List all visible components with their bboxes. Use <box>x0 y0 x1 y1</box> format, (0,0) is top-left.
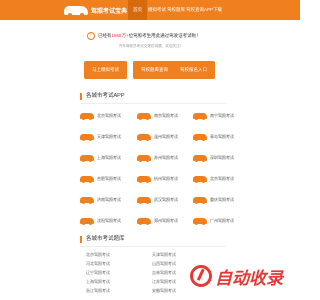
city-app-label: 郑州驾照考试 <box>154 218 178 223</box>
city-app-label: 上海驾照考试 <box>97 155 121 160</box>
city-app-label: 南京驾照考试 <box>154 113 178 118</box>
city-app-item[interactable]: 武汉驾照考试 <box>137 195 178 205</box>
watermark-text: 自动收录 <box>215 268 283 288</box>
bank-link[interactable]: 河北驾照考试 <box>86 261 132 267</box>
bank-link[interactable]: 上海驾照考试 <box>86 279 132 285</box>
city-app-item[interactable]: 南宁驾照考试 <box>193 111 234 121</box>
city-app-label: 济南驾照考试 <box>97 197 121 202</box>
notice-subtext: 汽车驾驶员考试交规仿真题，欢迎关注！ <box>118 44 184 48</box>
notice-prefix: 已经有 <box>98 33 112 38</box>
car-icon <box>137 134 151 141</box>
car-icon <box>80 218 94 225</box>
city-app-label: 合肥驾照考试 <box>97 176 121 181</box>
watermark-logo-icon <box>190 265 212 287</box>
city-app-item[interactable]: 沈阳驾照考试 <box>80 216 121 226</box>
section-title-bank: 各城市考试题库 <box>80 236 125 243</box>
car-icon <box>193 197 207 204</box>
city-app-label: 广州驾照考试 <box>210 218 234 223</box>
city-app-label: 青岛驾照考试 <box>210 134 234 139</box>
city-app-item[interactable]: 郑州驾照考试 <box>137 216 178 226</box>
city-app-label: 苏州驾照考试 <box>154 155 178 160</box>
car-icon <box>80 197 94 204</box>
school-signup-button[interactable]: 驾校报名入口 <box>172 61 215 79</box>
city-app-item[interactable]: 青岛驾照考试 <box>193 132 234 142</box>
logo-text: 驾照考试宝典 <box>91 8 128 15</box>
city-app-label: 温州驾照考试 <box>154 134 178 139</box>
car-icon <box>193 134 207 141</box>
car-icon <box>193 176 207 183</box>
city-app-label: 重庆驾照考试 <box>210 197 234 202</box>
bank-link[interactable]: 辽宁驾照考试 <box>86 270 132 276</box>
car-icon <box>137 176 151 183</box>
city-app-item[interactable]: 杭州驾照考试 <box>137 174 178 184</box>
car-icon <box>137 155 151 162</box>
city-app-item[interactable]: 合肥驾照考试 <box>80 174 121 184</box>
car-icon <box>193 218 207 225</box>
user-count-notice: ! 已经有1868万+位驾照考生用此通过驾驶证考试啦！ <box>87 31 213 41</box>
top-nav-bar: 驾照考试宝典 首页 模拟考试 驾校题库 驾校查询 APP下载 <box>0 0 300 20</box>
notice-text: 已经有1868万+位驾照考生用此通过驾驶证考试啦！ <box>98 33 201 39</box>
city-app-label: 沈阳驾照考试 <box>97 218 121 223</box>
city-app-label: 深圳驾照考试 <box>210 155 234 160</box>
city-app-item[interactable]: 上海驾照考试 <box>80 153 121 163</box>
bank-link[interactable]: 天津驾照考试 <box>152 252 212 258</box>
city-app-item[interactable]: 温州驾照考试 <box>137 132 178 142</box>
car-icon <box>80 176 94 183</box>
car-icon <box>137 197 151 204</box>
city-app-item[interactable]: 天津驾照考试 <box>80 132 121 142</box>
car-icon <box>193 113 207 120</box>
car-icon <box>80 155 94 162</box>
city-app-label: 武汉驾照考试 <box>154 197 178 202</box>
section-title-app: 各城市考试APP <box>80 93 125 100</box>
question-bank-button[interactable]: 驾校题库查询 <box>133 61 176 79</box>
city-app-item[interactable]: 苏州驾照考试 <box>137 153 178 163</box>
city-app-item[interactable]: 北京驾照考试 <box>80 111 121 121</box>
start-mock-exam-button[interactable]: 马上模拟考试 <box>84 61 127 79</box>
watermark: 自动收录 <box>190 264 283 288</box>
bank-link[interactable]: 北京驾照考试 <box>86 252 132 258</box>
nav-item-app-download[interactable]: APP下载 <box>199 0 227 20</box>
city-app-label: 北京驾照考试 <box>97 113 121 118</box>
city-app-label: 天津驾照考试 <box>97 134 121 139</box>
car-icon <box>80 113 94 120</box>
alert-icon: ! <box>87 32 95 40</box>
car-icon <box>137 113 151 120</box>
user-count: 1868万+ <box>111 33 129 38</box>
car-icon <box>80 134 94 141</box>
city-app-item[interactable]: 深圳驾照考试 <box>193 153 234 163</box>
notice-suffix: 位驾照考生用此通过驾驶证考试啦！ <box>128 33 201 38</box>
city-app-item[interactable]: 北京驾照考试 <box>193 174 234 184</box>
bank-link[interactable]: 浙江驾照考试 <box>86 288 132 294</box>
city-app-label: 南宁驾照考试 <box>210 113 234 118</box>
city-app-item[interactable]: 济南驾照考试 <box>80 195 121 205</box>
section-divider <box>80 103 226 104</box>
car-logo-icon <box>64 5 88 17</box>
site-logo[interactable]: 驾照考试宝典 <box>64 4 128 17</box>
city-app-item[interactable]: 广州驾照考试 <box>193 216 234 226</box>
city-app-label: 北京驾照考试 <box>210 176 234 181</box>
section-divider <box>80 246 226 247</box>
city-app-label: 杭州驾照考试 <box>154 176 178 181</box>
car-icon <box>137 218 151 225</box>
city-app-item[interactable]: 重庆驾照考试 <box>193 195 234 205</box>
bank-link[interactable]: 安徽驾照考试 <box>152 288 212 294</box>
city-app-item[interactable]: 南京驾照考试 <box>137 111 178 121</box>
car-icon <box>193 155 207 162</box>
